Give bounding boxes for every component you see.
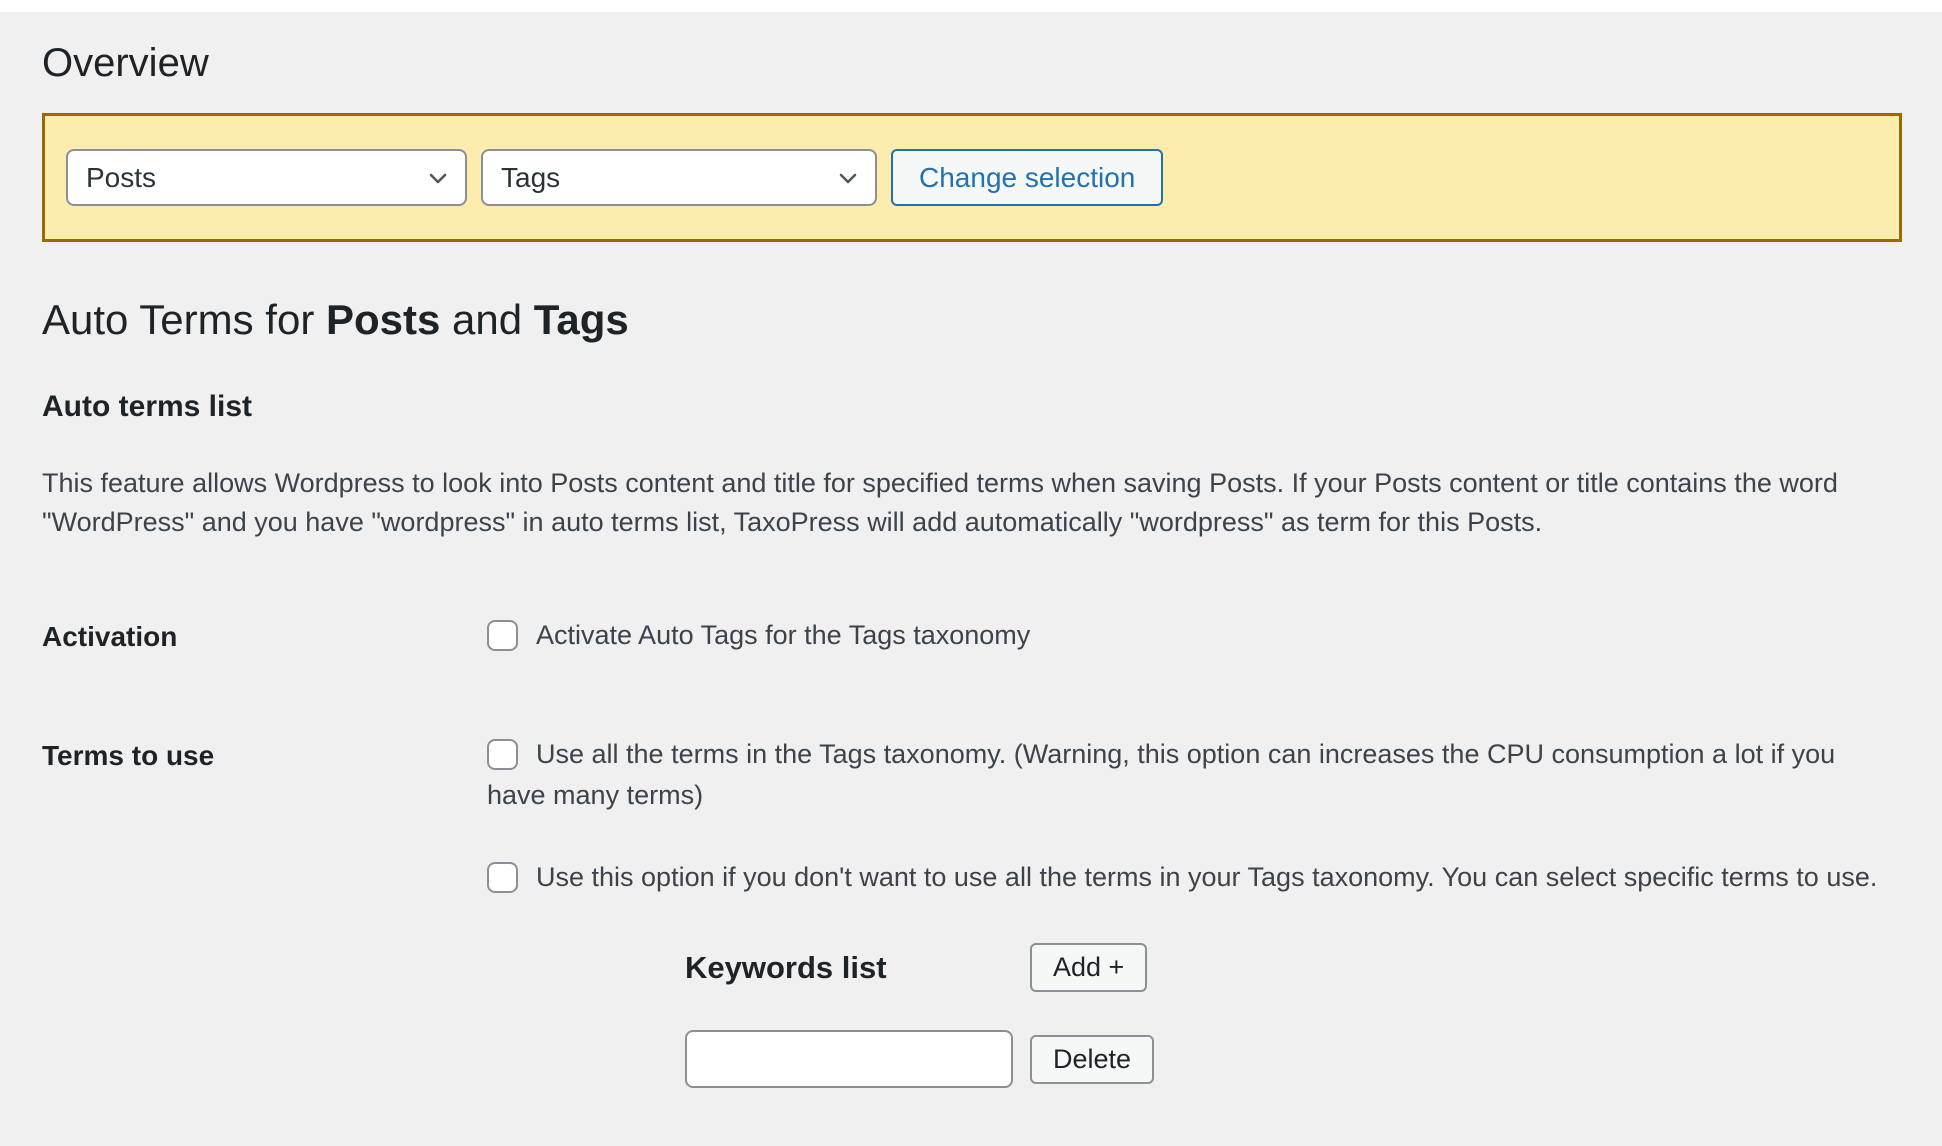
section-title-conjunction: and (440, 296, 533, 343)
section-title-prefix: Auto Terms for (42, 296, 326, 343)
use-specific-terms-checkbox[interactable] (487, 862, 518, 893)
activation-option: Activate Auto Tags for the Tags taxonomy (487, 615, 1887, 657)
use-all-terms-checkbox-label[interactable]: Use all the terms in the Tags taxonomy. … (487, 739, 1835, 811)
section-title-taxonomy: Tags (534, 296, 629, 343)
section-title: Auto Terms for Posts and Tags (42, 296, 1902, 344)
activation-checkbox-label[interactable]: Activate Auto Tags for the Tags taxonomy (536, 620, 1030, 650)
feature-description: This feature allows Wordpress to look in… (42, 464, 1902, 542)
activation-label: Activation (42, 615, 487, 658)
use-specific-terms-checkbox-label[interactable]: Use this option if you don't want to use… (536, 862, 1877, 892)
terms-to-use-label: Terms to use (42, 734, 487, 777)
selection-notice: Posts Tags Change selection (42, 113, 1902, 242)
use-all-terms-checkbox[interactable] (487, 739, 518, 770)
activation-checkbox[interactable] (487, 620, 518, 651)
post-type-select-wrap: Posts (66, 149, 467, 206)
keyword-input[interactable] (685, 1030, 1013, 1088)
terms-to-use-options: Use all the terms in the Tags taxonomy. … (487, 734, 1902, 1089)
auto-terms-list-subtitle: Auto terms list (42, 390, 1902, 424)
activation-checkbox-label-wrap[interactable]: Activate Auto Tags for the Tags taxonomy (487, 620, 1030, 650)
keywords-list-title: Keywords list (685, 950, 887, 986)
section-title-post-type: Posts (326, 296, 440, 343)
keywords-list-section: Keywords list Add + Delete (685, 943, 1902, 1088)
post-type-select[interactable]: Posts (66, 149, 467, 206)
top-strip (0, 0, 1942, 12)
terms-to-use-row: Terms to use Use all the terms in the Ta… (42, 734, 1902, 1089)
use-specific-terms-label-wrap[interactable]: Use this option if you don't want to use… (487, 862, 1877, 892)
activation-row: Activation Activate Auto Tags for the Ta… (42, 615, 1902, 658)
use-all-terms-label-wrap[interactable]: Use all the terms in the Tags taxonomy. … (487, 739, 1835, 811)
page-title: Overview (42, 39, 1902, 87)
use-specific-terms-option: Use this option if you don't want to use… (487, 857, 1887, 899)
use-all-terms-option: Use all the terms in the Tags taxonomy. … (487, 734, 1887, 818)
change-selection-button[interactable]: Change selection (891, 149, 1163, 206)
auto-terms-page: Overview Posts Tags Change selection Aut… (0, 39, 1942, 1088)
delete-keyword-button[interactable]: Delete (1030, 1035, 1154, 1084)
add-keyword-button[interactable]: Add + (1030, 943, 1147, 992)
taxonomy-select[interactable]: Tags (481, 149, 877, 206)
taxonomy-select-wrap: Tags (481, 149, 877, 206)
